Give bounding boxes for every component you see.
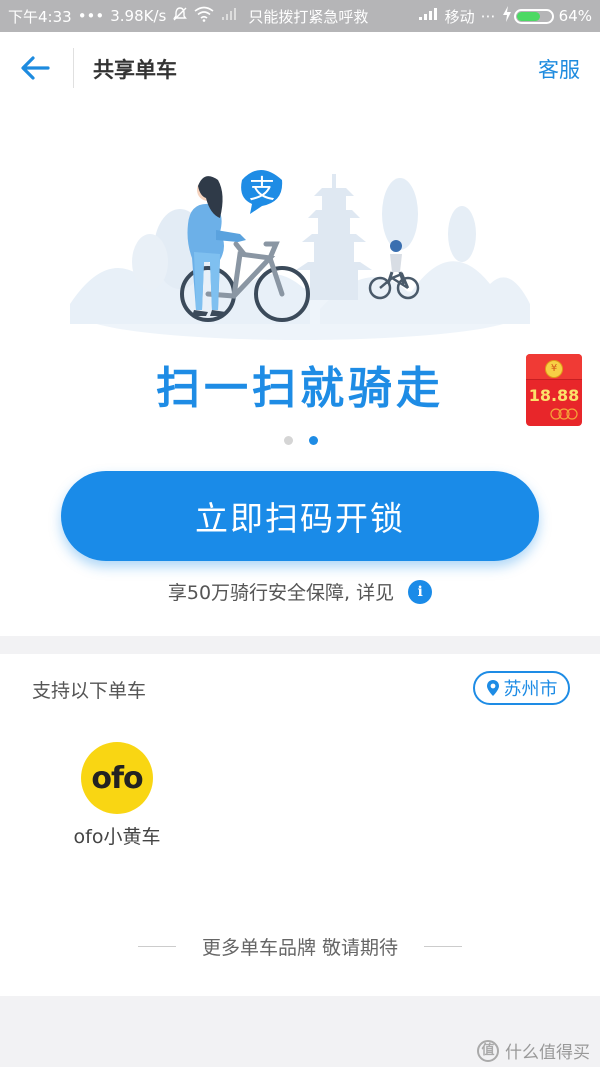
- red-packet-button[interactable]: ¥ 18.88: [526, 354, 582, 426]
- supported-bikes-section: 支持以下单车 苏州市 ofo ofo小黄车 更多单车品牌 敬请期待: [0, 654, 600, 996]
- charging-icon: [502, 6, 512, 26]
- status-dots: •••: [77, 7, 105, 25]
- supported-bikes-title: 支持以下单车: [32, 680, 147, 702]
- city-selector[interactable]: 苏州市: [473, 671, 570, 705]
- divider-line: [424, 946, 463, 947]
- info-icon[interactable]: i: [408, 579, 433, 604]
- battery-fill: [516, 11, 540, 21]
- status-time: 下午4:33: [8, 7, 72, 26]
- wifi-icon: [194, 6, 214, 26]
- city-name: 苏州市: [503, 679, 558, 700]
- svg-text:支: 支: [249, 175, 275, 205]
- watermark-text: 什么值得买: [505, 1043, 590, 1063]
- status-bar: 下午4:33 ••• 3.98K/s 只能拨打紧急呼救 移动 ⋯ 64%: [0, 0, 600, 32]
- signal-icon: [417, 7, 439, 25]
- status-more-icon: ⋯: [480, 7, 496, 25]
- brand-item-ofo[interactable]: ofo ofo小黄车: [62, 742, 172, 849]
- nav-bar: 共享单车 客服: [0, 32, 600, 104]
- ofo-logo: ofo: [81, 742, 153, 814]
- divider-line: [137, 946, 176, 947]
- arrow-left-icon: [21, 56, 50, 80]
- brand-name: ofo小黄车: [73, 826, 161, 848]
- location-pin-icon: [486, 680, 499, 696]
- no-sim-signal-icon: [220, 7, 242, 25]
- scan-unlock-button[interactable]: 立即扫码开锁: [61, 471, 539, 561]
- mute-icon: [172, 6, 188, 26]
- status-battery-percent: 64%: [558, 7, 592, 25]
- customer-service-link[interactable]: 客服: [538, 54, 580, 84]
- status-net-speed: 3.98K/s: [110, 7, 167, 25]
- status-carrier: 移动: [444, 7, 475, 26]
- coin-icon: ¥: [545, 360, 563, 378]
- watermark-logo: 值: [477, 1039, 499, 1062]
- watermark: 值 什么值得买: [477, 1038, 590, 1063]
- back-button[interactable]: [18, 52, 52, 84]
- more-brands-text: 更多单车品牌 敬请期待: [201, 937, 399, 959]
- stamp-icon: [550, 408, 578, 420]
- carousel-dot-active[interactable]: [309, 436, 318, 445]
- slogan-text: 扫一扫就骑走: [156, 363, 444, 414]
- carousel-pagination: [284, 436, 318, 445]
- insurance-text: 享50万骑行安全保障, 详见: [167, 582, 395, 604]
- insurance-notice: 享50万骑行安全保障, 详见 i: [0, 578, 600, 605]
- page-title: 共享单车: [93, 58, 177, 82]
- nav-divider: [73, 48, 74, 88]
- hero-section: 支 扫一扫就骑走 ¥ 18.88 立即扫码开锁 享50万骑行安全保障, 详见 i: [0, 104, 600, 636]
- red-packet-amount: 18.88: [528, 386, 580, 405]
- more-brands-note: 更多单车品牌 敬请期待: [0, 933, 600, 960]
- bike-sharing-illustration: 支: [70, 170, 530, 340]
- status-emergency-text: 只能拨打紧急呼救: [248, 7, 369, 26]
- carousel-dot[interactable]: [284, 436, 293, 445]
- battery-icon: [513, 8, 554, 24]
